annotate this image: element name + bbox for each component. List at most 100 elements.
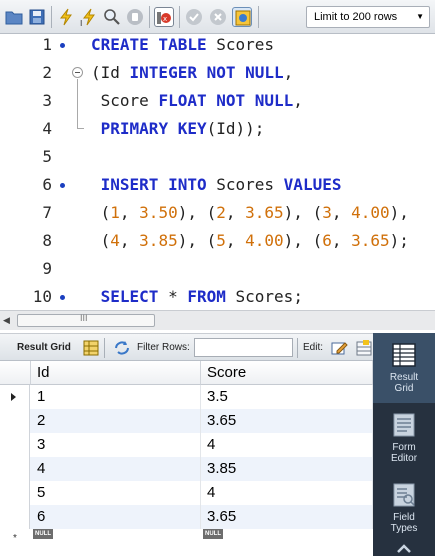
editor-horizontal-scrollbar[interactable]: ◀ III [0, 310, 435, 330]
open-folder-icon[interactable] [4, 7, 24, 27]
explain-icon[interactable] [102, 7, 122, 27]
limit-rows-select[interactable]: Limit to 200 rows ▼ [306, 6, 430, 28]
code-token: INTEGER NOT NULL [129, 63, 284, 82]
execute-current-icon[interactable]: I [79, 7, 99, 27]
editor-line[interactable]: 10 SELECT * FROM Scores; [0, 283, 435, 310]
code-token: ), ( [283, 203, 323, 222]
autocommit-icon[interactable] [232, 7, 252, 27]
cell-score[interactable]: 3.65 [201, 505, 373, 529]
code-text: CREATE TABLE Scores [91, 34, 274, 59]
code-token: Scores; [235, 287, 303, 306]
filter-rows-input[interactable] [194, 338, 293, 357]
chevron-up-icon[interactable] [397, 542, 411, 553]
rollback-icon[interactable] [208, 7, 228, 27]
side-button-form-editor[interactable]: Form Editor [373, 403, 435, 473]
table-row[interactable]: 4 3.85 [0, 457, 373, 481]
code-token: PRIMARY KEY [100, 119, 207, 138]
side-button-field-types[interactable]: Field Types [373, 473, 435, 543]
fold-toggle-icon[interactable] [72, 67, 83, 78]
cell-id[interactable]: 4 [31, 457, 201, 481]
code-token: 3.50 [139, 203, 178, 222]
execute-icon[interactable] [56, 7, 76, 27]
chevron-down-icon: ▼ [416, 12, 424, 21]
code-token: ), ( [283, 231, 323, 250]
editor-line[interactable]: 7 (1, 3.50), (2, 3.65), (3, 4.00), [0, 199, 435, 227]
table-row[interactable]: 34 [0, 433, 373, 457]
row-header[interactable] [0, 433, 30, 457]
editor-line[interactable]: 5 [0, 143, 435, 171]
cell-id[interactable]: 5 [31, 481, 201, 505]
toolbar-separator [258, 6, 259, 28]
row-header[interactable] [0, 385, 30, 409]
code-token: INSERT INTO [100, 175, 217, 194]
new-row-marker: * [13, 533, 17, 544]
insert-row-icon[interactable] [355, 339, 373, 357]
edit-label: Edit: [303, 342, 324, 353]
sql-editor[interactable]: 1 CREATE TABLE Scores 2 (Id INTEGER NOT NUL… [0, 34, 435, 310]
cell-id[interactable]: 6 [31, 505, 201, 529]
cell-score[interactable]: 4 [201, 481, 373, 505]
cell-score[interactable]: 3.5 [201, 385, 373, 409]
table-row[interactable]: 6 3.65 [0, 505, 373, 529]
column-header-id[interactable]: Id [31, 361, 201, 385]
row-header[interactable] [0, 457, 30, 481]
result-grid-icon [390, 341, 418, 369]
side-button-result-grid[interactable]: Result Grid [373, 333, 435, 403]
toggle-continue-on-error-icon[interactable]: x [154, 7, 174, 27]
editor-line[interactable]: 4 PRIMARY KEY(Id)); [0, 115, 435, 143]
field-types-icon [390, 481, 418, 509]
code-token: 3.65 [351, 231, 390, 250]
cell-score[interactable]: 4 [201, 433, 373, 457]
code-token: 5 [216, 231, 226, 250]
editor-line[interactable]: 1 CREATE TABLE Scores [0, 34, 435, 59]
code-token: , [225, 231, 246, 250]
editor-line[interactable]: 3 Score FLOAT NOT NULL, [0, 87, 435, 115]
table-row[interactable]: 1 3.5 [0, 385, 373, 409]
line-number: 2 [42, 63, 52, 82]
stop-icon[interactable] [125, 7, 145, 27]
toolbar-separator [104, 338, 105, 358]
code-token: 3.85 [139, 231, 178, 250]
editor-line[interactable]: 9 [0, 255, 435, 283]
grid-layout-icon[interactable] [82, 339, 100, 357]
column-header-score[interactable]: Score [201, 361, 373, 385]
result-grid[interactable]: Id Score 1 3.5 2 3.65 3 4 4 3.85 5 4 6 3.65 NULL NU… [0, 361, 373, 556]
toolbar-separator [179, 6, 180, 28]
limit-rows-value: Limit to 200 rows [314, 11, 398, 23]
row-header[interactable] [0, 409, 30, 433]
side-label-line: Editor [390, 453, 418, 464]
refresh-icon[interactable] [113, 339, 131, 357]
result-side-panel: Result Grid Form Editor Field Types [373, 333, 435, 556]
edit-row-icon[interactable] [330, 339, 348, 357]
cell-score[interactable]: 3.65 [201, 409, 373, 433]
scrollbar-grip: III [80, 313, 88, 323]
editor-line[interactable]: 2 (Id INTEGER NOT NULL, [0, 59, 435, 87]
commit-icon[interactable] [184, 7, 204, 27]
save-icon[interactable] [27, 7, 47, 27]
code-token: ( [91, 203, 111, 222]
table-row[interactable]: 54 [0, 481, 373, 505]
toolbar-separator [51, 6, 52, 28]
scroll-left-icon[interactable]: ◀ [3, 315, 13, 327]
code-token: ), ( [177, 203, 217, 222]
table-row[interactable]: 2 3.65 [0, 409, 373, 433]
code-token: , [225, 203, 246, 222]
cell-id[interactable]: 1 [31, 385, 201, 409]
code-text: (Id INTEGER NOT NULL, [91, 59, 293, 87]
cell-score[interactable]: 3.85 [201, 457, 373, 481]
line-number: 4 [42, 119, 52, 138]
cell-id[interactable]: 3 [31, 433, 201, 457]
code-token: 4.00 [245, 231, 284, 250]
cell-id[interactable]: 2 [31, 409, 201, 433]
editor-line[interactable]: 6 INSERT INTO Scores VALUES [0, 171, 435, 199]
code-token: CREATE TABLE [91, 35, 217, 54]
scrollbar-thumb[interactable]: III [17, 313, 155, 327]
code-token: , [293, 91, 303, 110]
row-header[interactable] [0, 505, 30, 529]
toolbar-separator [297, 338, 298, 358]
editor-line[interactable]: 8 (4, 3.85), (5, 4.00), (6, 3.65); [0, 227, 435, 255]
row-header[interactable] [0, 481, 30, 505]
statement-marker-icon [60, 43, 65, 48]
